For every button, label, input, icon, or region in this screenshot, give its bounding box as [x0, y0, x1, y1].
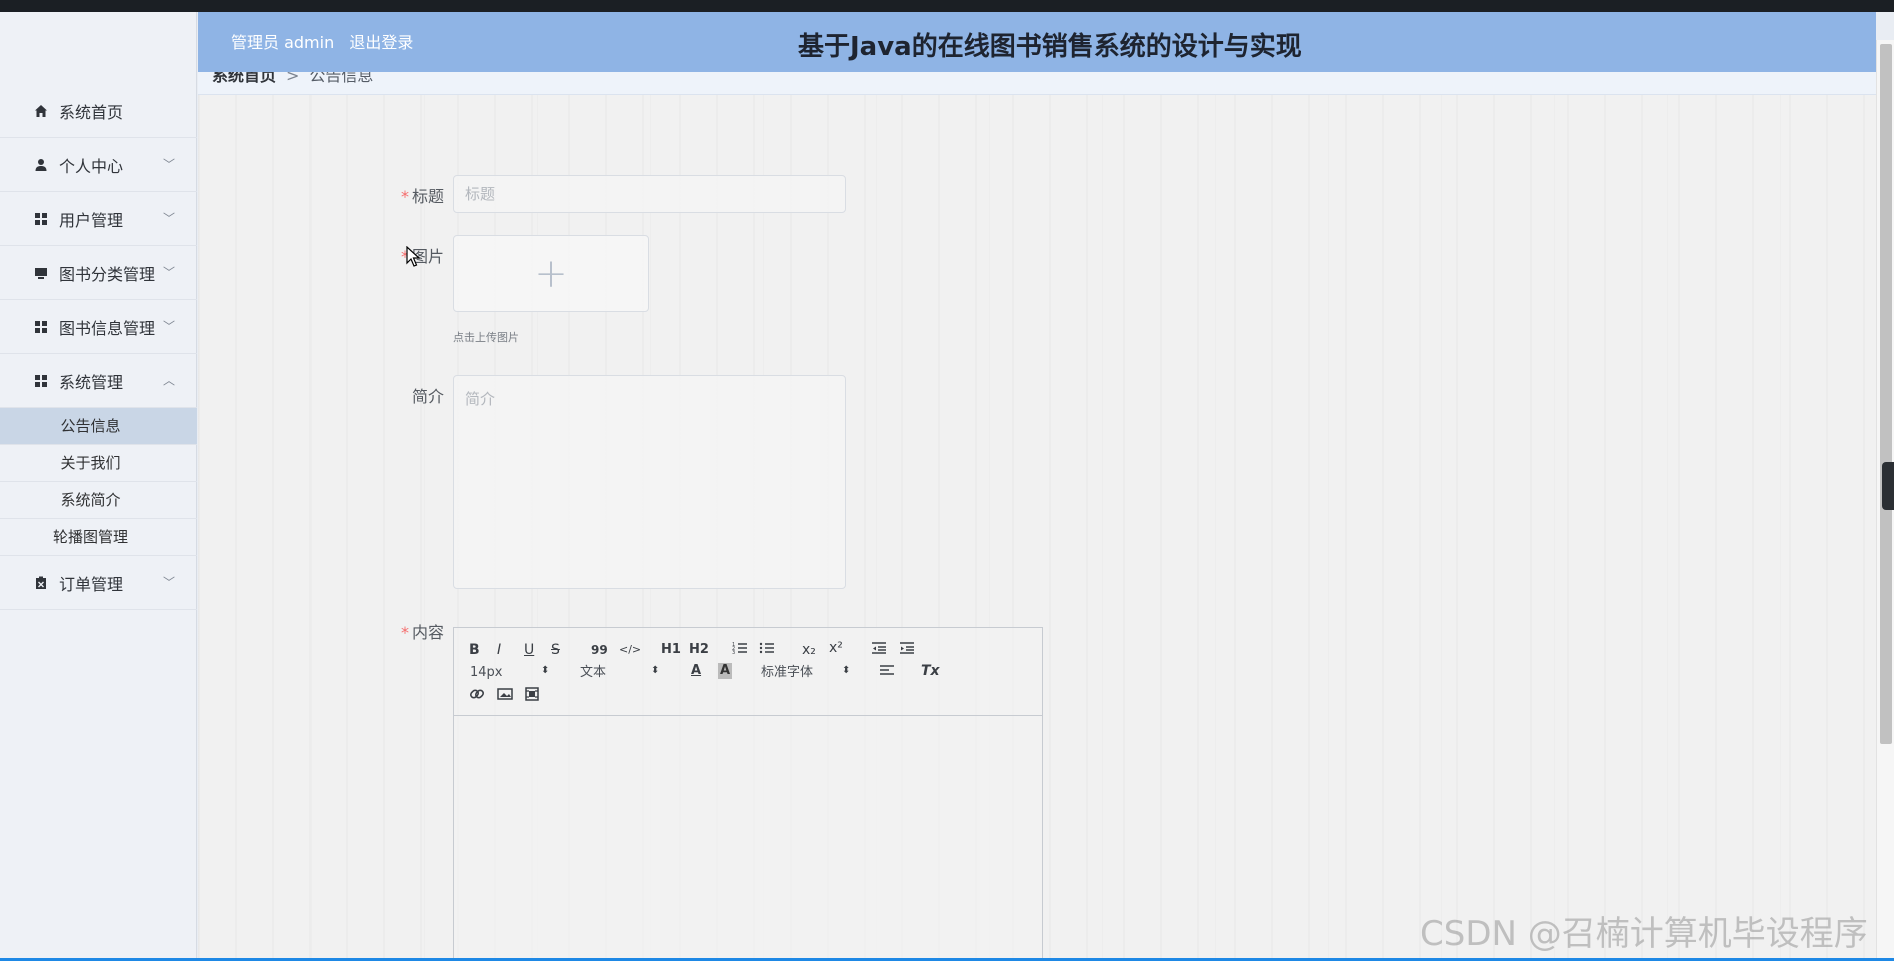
clipboard-icon: [33, 575, 49, 591]
sidebar-item-label: 订单管理: [59, 574, 124, 594]
monitor-icon: [33, 265, 49, 281]
font-color-icon[interactable]: A: [691, 663, 701, 679]
superscript-button[interactable]: x²: [829, 640, 843, 656]
breadcrumb-separator: >: [286, 72, 300, 85]
grid-icon: [33, 373, 49, 389]
sidebar-subitem-carousel[interactable]: 轮播图管理: [0, 519, 197, 556]
watermark: CSDN @召楠计算机毕设程序: [1420, 914, 1868, 954]
link-icon[interactable]: [469, 686, 485, 706]
sidebar-item-label: 系统管理: [59, 372, 124, 392]
underline-button[interactable]: U: [524, 642, 534, 658]
upload-tip: 点击上传图片: [453, 331, 519, 344]
strike-button[interactable]: S: [551, 642, 560, 658]
sidebar-item-label: 个人中心: [59, 156, 124, 176]
user-info: 管理员 admin 退出登录: [231, 29, 423, 53]
sidebar-item-system[interactable]: 系统管理 ︿: [0, 354, 197, 408]
h1-button[interactable]: H1: [661, 642, 681, 658]
subscript-button[interactable]: x₂: [802, 642, 816, 658]
sidebar-item-orders[interactable]: 订单管理 ﹀: [0, 556, 197, 610]
background-color-icon[interactable]: A: [718, 663, 733, 679]
rich-text-editor: B I U S 99 </> H1 H2 123 x₂ x² 14px ⬍ 文本…: [453, 627, 1043, 961]
main-content: *标题 *图片 + 点击上传图片 简介 *内容 B I U S 99 </> H…: [198, 95, 1876, 961]
font-family-select[interactable]: 标准字体: [761, 665, 813, 681]
user-icon: [33, 157, 49, 173]
sidebar-item-book-info[interactable]: 图书信息管理 ﹀: [0, 300, 197, 354]
mouse-cursor-icon: [406, 246, 421, 267]
top-header: 管理员 admin 退出登录 基于Java的在线图书销售系统的设计与实现: [198, 12, 1876, 72]
header-select[interactable]: 文本: [580, 665, 606, 681]
sidebar-subitem-about[interactable]: 关于我们: [0, 445, 197, 482]
sort-arrows-icon: ⬍: [541, 665, 550, 676]
plus-icon: +: [534, 250, 568, 297]
sort-arrows-icon: ⬍: [842, 665, 851, 676]
image-label: * 图片: [400, 247, 444, 266]
intro-label: 简介: [411, 387, 444, 406]
breadcrumb: 系统首页 > 公告信息: [198, 72, 1876, 95]
italic-button[interactable]: I: [497, 642, 501, 658]
sidebar-item-users[interactable]: 用户管理 ﹀: [0, 192, 197, 246]
outdent-icon[interactable]: [871, 640, 887, 660]
ordered-list-icon[interactable]: 123: [732, 640, 748, 660]
image-upload[interactable]: +: [453, 235, 649, 312]
indent-icon[interactable]: [899, 640, 915, 660]
sort-arrows-icon: ⬍: [651, 665, 660, 676]
code-block-button[interactable]: </>: [619, 642, 641, 658]
video-icon[interactable]: [524, 686, 540, 706]
grid-icon: [33, 319, 49, 335]
sidebar-item-label: 图书信息管理: [59, 318, 156, 338]
breadcrumb-current: 公告信息: [309, 72, 374, 85]
grid-icon: [33, 211, 49, 227]
sidebar-subitem-intro[interactable]: 系统简介: [0, 482, 197, 519]
blockquote-button[interactable]: 99: [591, 642, 608, 658]
chevron-up-icon: ︿: [162, 373, 175, 388]
title-input[interactable]: [453, 175, 846, 213]
system-submenu: 公告信息 关于我们 系统简介 轮播图管理: [0, 408, 197, 556]
home-icon: [33, 103, 49, 119]
align-icon[interactable]: [879, 662, 895, 682]
sidebar-subitem-notice[interactable]: 公告信息: [0, 408, 197, 445]
editor-toolbar: B I U S 99 </> H1 H2 123 x₂ x² 14px ⬍ 文本…: [454, 628, 1042, 716]
chevron-down-icon: ﹀: [162, 211, 175, 226]
breadcrumb-home[interactable]: 系统首页: [212, 72, 276, 85]
sidebar-item-home[interactable]: 系统首页: [0, 84, 197, 138]
image-icon[interactable]: [497, 686, 513, 706]
sidebar: 系统首页 个人中心 ﹀ 用户管理 ﹀ 图书分类管理 ﹀ 图书信息管理 ﹀ 系统管…: [0, 12, 197, 961]
sidebar-menu: 系统首页 个人中心 ﹀ 用户管理 ﹀ 图书分类管理 ﹀ 图书信息管理 ﹀ 系统管…: [0, 84, 197, 610]
sidebar-item-profile[interactable]: 个人中心 ﹀: [0, 138, 197, 192]
editor-content-area[interactable]: [454, 716, 1042, 961]
bold-button[interactable]: B: [469, 642, 480, 658]
bullet-list-icon[interactable]: [759, 640, 775, 660]
chevron-down-icon: ﹀: [162, 319, 175, 334]
sidebar-item-label: 用户管理: [59, 210, 124, 230]
sidebar-item-book-category[interactable]: 图书分类管理 ﹀: [0, 246, 197, 300]
scrollbar-thumb[interactable]: [1880, 44, 1892, 744]
sidebar-item-label: 系统首页: [59, 102, 124, 122]
page-title: 基于Java的在线图书销售系统的设计与实现: [798, 32, 1302, 62]
intro-textarea[interactable]: [453, 375, 846, 589]
side-panel-handle[interactable]: [1882, 462, 1894, 510]
clean-format-button[interactable]: Tx: [921, 663, 940, 679]
h2-button[interactable]: H2: [689, 642, 709, 658]
chevron-down-icon: ﹀: [162, 265, 175, 280]
sidebar-item-label: 图书分类管理: [59, 264, 156, 284]
title-label: * 标题: [400, 187, 444, 206]
chevron-down-icon: ﹀: [162, 575, 175, 590]
content-label: * 内容: [400, 623, 444, 642]
svg-text:3: 3: [732, 650, 735, 656]
browser-top-strip: [0, 0, 1894, 12]
logout-link[interactable]: 退出登录: [349, 33, 413, 52]
user-label: 管理员 admin: [231, 33, 335, 52]
font-size-select[interactable]: 14px: [470, 665, 503, 681]
chevron-down-icon: ﹀: [162, 157, 175, 172]
